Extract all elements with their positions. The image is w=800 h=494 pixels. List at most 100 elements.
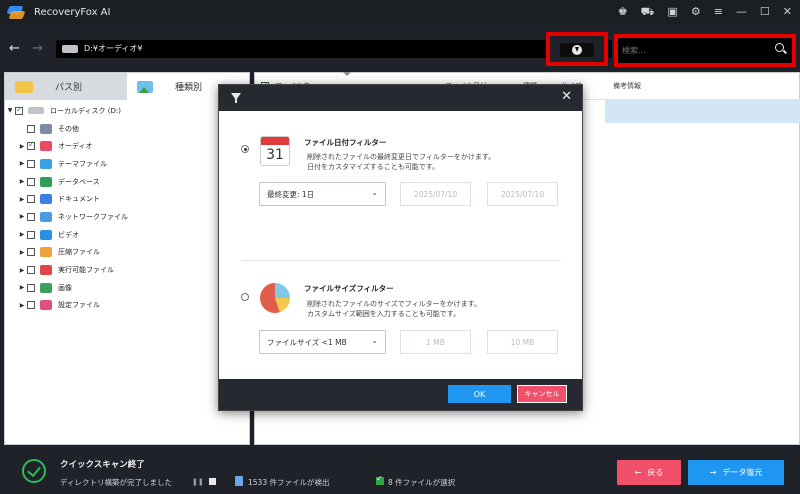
pause-icon[interactable]: ❚❚ [192,478,204,486]
image-icon [137,80,153,93]
maximize-icon[interactable]: ☐ [760,0,770,24]
tree-item[interactable]: その他 [5,120,249,138]
tree-root[interactable]: ▼ ローカルディスク (D:) [5,102,249,120]
tree-item-checkbox[interactable] [27,212,35,221]
search-icon[interactable] [775,43,784,52]
tree-item-label: 設定ファイル [58,301,100,310]
date-filter-desc-2: 日付をカスタマイズすることも可能です。 [307,163,440,171]
tree-item-label: オーディオ [58,142,93,151]
tree-item-label: ビデオ [58,230,79,239]
close-icon[interactable]: ✕ [783,0,792,24]
expand-arrow-icon[interactable]: ▶ [17,231,27,238]
tree-item-checkbox[interactable] [27,266,35,275]
root-checkbox[interactable] [15,105,23,115]
size-filter-title: ファイルサイズフィルター [304,284,394,293]
tree-item[interactable]: ▶ ドキュメント [5,190,249,208]
selected-row[interactable] [605,99,800,123]
expand-arrow-icon[interactable]: ▶ [17,284,27,291]
tree-item[interactable]: ▶ 設定ファイル [5,297,249,315]
tree-item[interactable]: ▶ 圧縮ファイル [5,244,249,262]
divider [241,260,561,261]
cart-icon[interactable]: ⛟ [641,0,655,24]
size-filter-radio[interactable] [241,293,249,301]
settings-icon[interactable]: ⚙ [691,0,701,24]
category-icon [40,300,52,311]
tree-item[interactable]: ▶ ネットワークファイル [5,208,249,226]
tree-item-checkbox[interactable] [27,283,35,292]
user-icon[interactable]: ♚ [618,0,628,24]
tree-item-label: 実行可能ファイル [58,266,114,275]
tree-item[interactable]: ▶ オーディオ [5,137,249,155]
size-max-field[interactable]: 10 MB [487,330,558,354]
tab-label: パス別 [55,83,83,93]
tree-item-label: 圧縮ファイル [58,248,100,257]
status-bar: クイックスキャン終了 ディレクトリ構築が完了しました ❚❚ 1533 件ファイル… [0,449,800,494]
tree-item-checkbox[interactable] [27,159,35,168]
forward-arrow-icon[interactable]: → [32,41,43,56]
tree-item-checkbox[interactable] [27,230,35,239]
chat-icon[interactable]: ▣ [667,0,677,24]
sort-caret-icon [343,72,351,76]
stop-icon[interactable] [209,478,216,485]
folder-icon [15,80,33,93]
ok-button[interactable]: OK [448,385,511,403]
date-range-select[interactable]: 最終変更: 1日 ⌄ [259,182,386,206]
date-filter-desc-1: 削除されたファイルの最終変更日でフィルターをかけます。 [307,153,496,161]
column-header-notes[interactable]: 備考情報 [613,81,641,91]
close-icon[interactable]: ✕ [561,89,572,104]
expand-arrow-icon[interactable]: ▶ [17,213,27,220]
dialog-footer: OK キャンセル [219,379,582,410]
tree-item-checkbox[interactable] [27,195,35,204]
size-min-field[interactable]: 1 MB [400,330,471,354]
minimize-icon[interactable]: — [736,0,747,24]
date-filter-radio[interactable] [241,145,249,153]
recover-button[interactable]: → データ復元 [688,460,784,485]
category-icon [40,229,52,240]
type-tree: ▼ ローカルディスク (D:) その他 ▶ オーディオ ▶ テーマファイル ▶ データベース… [5,100,249,314]
back-arrow-icon[interactable]: ← [9,41,20,56]
category-icon [40,282,52,293]
back-arrow-icon: ← [634,468,642,477]
collapse-arrow-icon[interactable]: ▼ [5,107,15,114]
tree-item-label: テーマファイル [58,159,107,168]
filter-dialog: ✕ 31 ファイル日付フィルター 削除されたファイルの最終変更日でフィルターをか… [218,84,583,411]
category-icon [40,211,52,222]
cancel-button[interactable]: キャンセル [517,385,567,403]
expand-arrow-icon[interactable]: ▶ [17,160,27,167]
scan-status-subtitle: ディレクトリ構築が完了しました [60,478,172,487]
date-filter-title: ファイル日付フィルター [304,138,387,147]
tree-item[interactable]: ▶ テーマファイル [5,155,249,173]
tab-label: 種類別 [175,83,203,93]
tree-item[interactable]: ▶ ビデオ [5,226,249,244]
expand-arrow-icon[interactable]: ▶ [17,302,27,309]
search-input[interactable] [622,42,762,58]
document-icon [235,476,243,486]
tree-item[interactable]: ▶ 実行可能ファイル [5,261,249,279]
back-button[interactable]: ← 戻る [617,460,681,485]
tab-by-path[interactable]: パス別 [5,73,127,100]
path-bar[interactable]: D:¥オーディオ¥ [56,40,612,58]
tree-item-checkbox[interactable] [27,177,35,186]
tree-item-checkbox[interactable] [27,248,35,257]
tree-item[interactable]: ▶ 画像 [5,279,249,297]
tree-item-checkbox[interactable] [27,301,35,310]
expand-arrow-icon[interactable]: ▶ [17,267,27,274]
tree-item[interactable]: ▶ データベース [5,173,249,191]
expand-arrow-icon[interactable]: ▶ [17,196,27,203]
tree-root-label: ローカルディスク (D:) [50,106,121,115]
category-icon [40,265,52,276]
found-count: 1533 件ファイルが検出 [248,478,330,487]
scan-status-title: クイックスキャン終了 [60,460,145,470]
filter-button[interactable] [546,32,608,66]
tree-item-checkbox[interactable] [27,140,35,151]
expand-arrow-icon[interactable]: ▶ [17,249,27,256]
tree-item-checkbox[interactable] [27,124,35,133]
size-range-select[interactable]: ファイルサイズ <1 MB ⌄ [259,330,386,354]
expand-arrow-icon[interactable]: ▶ [17,143,27,150]
expand-arrow-icon[interactable]: ▶ [17,178,27,185]
filter-icon [572,45,582,55]
menu-icon[interactable]: ≡ [714,0,723,24]
date-to-field[interactable]: 2025/07/10 [487,182,558,206]
drive-icon [28,107,44,115]
date-from-field[interactable]: 2025/07/10 [400,182,471,206]
